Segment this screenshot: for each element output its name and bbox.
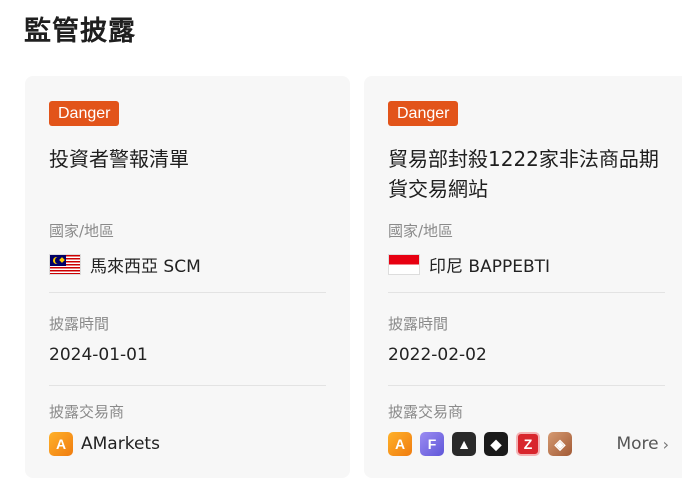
danger-badge: Danger	[388, 101, 459, 126]
brokers-label: 披露交易商	[388, 403, 464, 421]
date-label: 披露時間	[388, 315, 449, 333]
broker-name: AMarkets	[81, 434, 160, 454]
region-text: 馬來西亞 SCM	[90, 257, 201, 277]
z-broker-logo-icon[interactable]: Z	[516, 432, 540, 456]
indonesia-flag-icon	[388, 254, 420, 275]
page-title: 監管披露	[24, 16, 136, 47]
malaysia-flag-icon	[49, 254, 81, 275]
dark-broker-logo-icon[interactable]: ◆	[484, 432, 508, 456]
brown-broker-logo-icon[interactable]: ◈	[548, 432, 572, 456]
chevron-right-icon: ›	[662, 434, 669, 454]
region-label: 國家/地區	[388, 222, 454, 240]
date-value: 2022-02-02	[388, 345, 487, 365]
f-broker-logo-icon[interactable]: F	[420, 432, 444, 456]
disclosure-card[interactable]: Danger 投資者警報清單 國家/地區 馬來西亞 SCM 披露時間 2024-…	[25, 76, 350, 478]
card-title[interactable]: 貿易部封殺1222家非法商品期貨交易網站	[388, 144, 673, 204]
divider	[49, 292, 326, 293]
more-label: More	[616, 434, 659, 454]
date-value: 2024-01-01	[49, 345, 148, 365]
triangle-broker-logo-icon[interactable]: ▲	[452, 432, 476, 456]
region-value: 印尼 BAPPEBTI	[388, 252, 550, 277]
divider	[388, 292, 665, 293]
disclosure-card[interactable]: Danger 貿易部封殺1222家非法商品期貨交易網站 國家/地區 印尼 BAP…	[364, 76, 682, 478]
divider	[388, 385, 665, 386]
divider	[49, 385, 326, 386]
amarkets-logo-icon: A	[49, 432, 73, 456]
region-text: 印尼 BAPPEBTI	[429, 257, 551, 277]
broker-logo-list: A F ▲ ◆ Z ◈	[388, 432, 580, 456]
region-value: 馬來西亞 SCM	[49, 252, 201, 277]
amarkets-logo-icon[interactable]: A	[388, 432, 412, 456]
brokers-label: 披露交易商	[49, 403, 125, 421]
date-label: 披露時間	[49, 315, 110, 333]
danger-badge: Danger	[49, 101, 120, 126]
more-link[interactable]: More ›	[616, 434, 669, 454]
broker-item[interactable]: A AMarkets	[49, 432, 160, 456]
card-title[interactable]: 投資者警報清單	[49, 144, 334, 174]
region-label: 國家/地區	[49, 222, 115, 240]
